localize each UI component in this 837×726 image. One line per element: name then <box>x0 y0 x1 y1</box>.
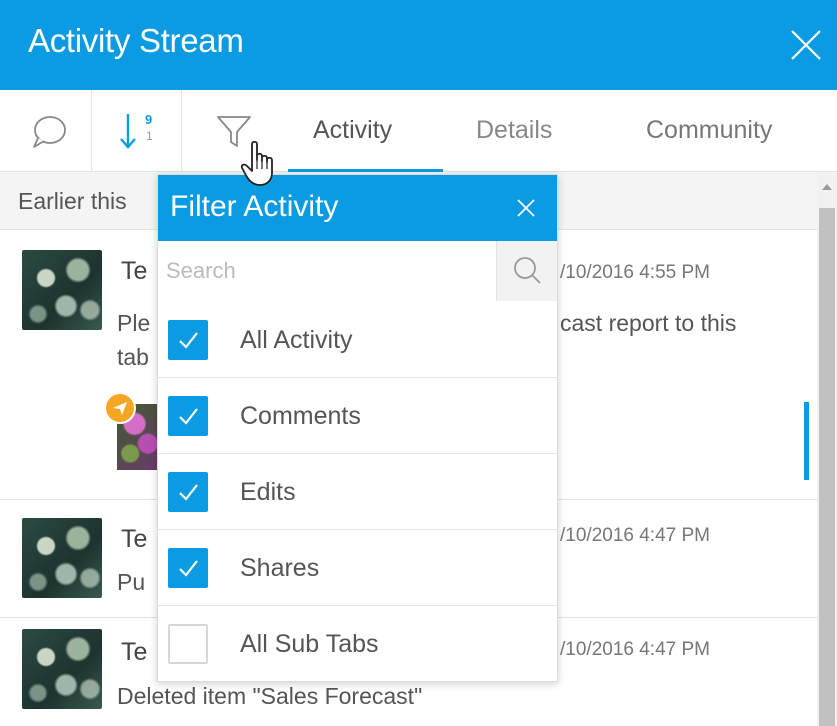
filter-popup-header: Filter Activity <box>158 175 557 241</box>
checkbox[interactable] <box>168 624 208 664</box>
item-author[interactable]: Te <box>121 638 147 667</box>
panel-header: Activity Stream <box>0 0 837 90</box>
check-icon <box>179 560 198 577</box>
sort-bottom-digit: 1 <box>146 129 153 143</box>
filter-options-list: All Activity Comments Edits Shares All S… <box>158 302 557 682</box>
filter-option-edits[interactable]: Edits <box>158 454 557 530</box>
check-icon <box>179 332 198 349</box>
filter-popup-title: Filter Activity <box>170 190 339 223</box>
checkbox[interactable] <box>168 472 208 512</box>
share-icon <box>104 392 136 424</box>
tab-activity[interactable]: Activity <box>313 116 392 145</box>
close-icon[interactable] <box>515 197 537 219</box>
sort-top-digit: 9 <box>145 112 153 127</box>
item-timestamp: /10/2016 4:47 PM <box>560 639 710 660</box>
avatar[interactable] <box>22 250 102 330</box>
filter-option-all-activity[interactable]: All Activity <box>158 302 557 378</box>
item-author[interactable]: Te <box>121 525 147 554</box>
panel-title: Activity Stream <box>28 22 244 59</box>
hand-cursor-icon <box>240 140 273 186</box>
tab-community[interactable]: Community <box>646 116 772 145</box>
comment-button[interactable] <box>0 90 92 172</box>
scrollbar-thumb[interactable] <box>819 208 835 726</box>
search-input[interactable] <box>158 241 496 301</box>
checkbox[interactable] <box>168 320 208 360</box>
item-timestamp: /10/2016 4:47 PM <box>560 525 710 546</box>
filter-option-label: Shares <box>240 554 320 582</box>
filter-option-all-sub-tabs[interactable]: All Sub Tabs <box>158 606 557 682</box>
check-icon <box>179 408 198 425</box>
check-icon <box>179 484 198 501</box>
avatar[interactable] <box>22 629 102 709</box>
filter-option-label: All Activity <box>240 326 353 354</box>
sort-icon <box>120 114 136 149</box>
close-icon[interactable] <box>789 28 823 62</box>
filter-option-label: Edits <box>240 478 296 506</box>
checkbox[interactable] <box>168 548 208 588</box>
avatar[interactable] <box>22 518 102 598</box>
tab-details[interactable]: Details <box>476 116 552 145</box>
filter-option-label: Comments <box>240 402 361 430</box>
item-text-right: cast report to this <box>560 310 737 336</box>
item-text-left: Ple <box>117 310 151 336</box>
scrollbar[interactable] <box>817 172 837 726</box>
filter-search <box>158 241 557 301</box>
search-icon <box>514 257 541 284</box>
unread-marker <box>804 402 809 480</box>
filter-option-label: All Sub Tabs <box>240 630 379 658</box>
search-button[interactable] <box>496 241 557 301</box>
sort-button[interactable]: 9 1 <box>92 90 182 172</box>
item-text-line2: tab <box>117 344 149 370</box>
filter-option-comments[interactable]: Comments <box>158 378 557 454</box>
scroll-up-icon[interactable] <box>817 178 837 196</box>
filter-activity-popup: Filter Activity All Activity Comments <box>157 174 558 682</box>
item-author[interactable]: Te <box>121 257 147 286</box>
item-timestamp: /10/2016 4:55 PM <box>560 262 710 283</box>
comment-icon <box>33 116 66 148</box>
filter-option-shares[interactable]: Shares <box>158 530 557 606</box>
toolbar: 9 1 Activity Details Community <box>0 90 837 172</box>
item-text-left: Pu <box>117 569 146 595</box>
checkbox[interactable] <box>168 396 208 436</box>
section-header-label: Earlier this <box>18 188 127 214</box>
item-text: Deleted item "Sales Forecast" <box>117 683 423 709</box>
